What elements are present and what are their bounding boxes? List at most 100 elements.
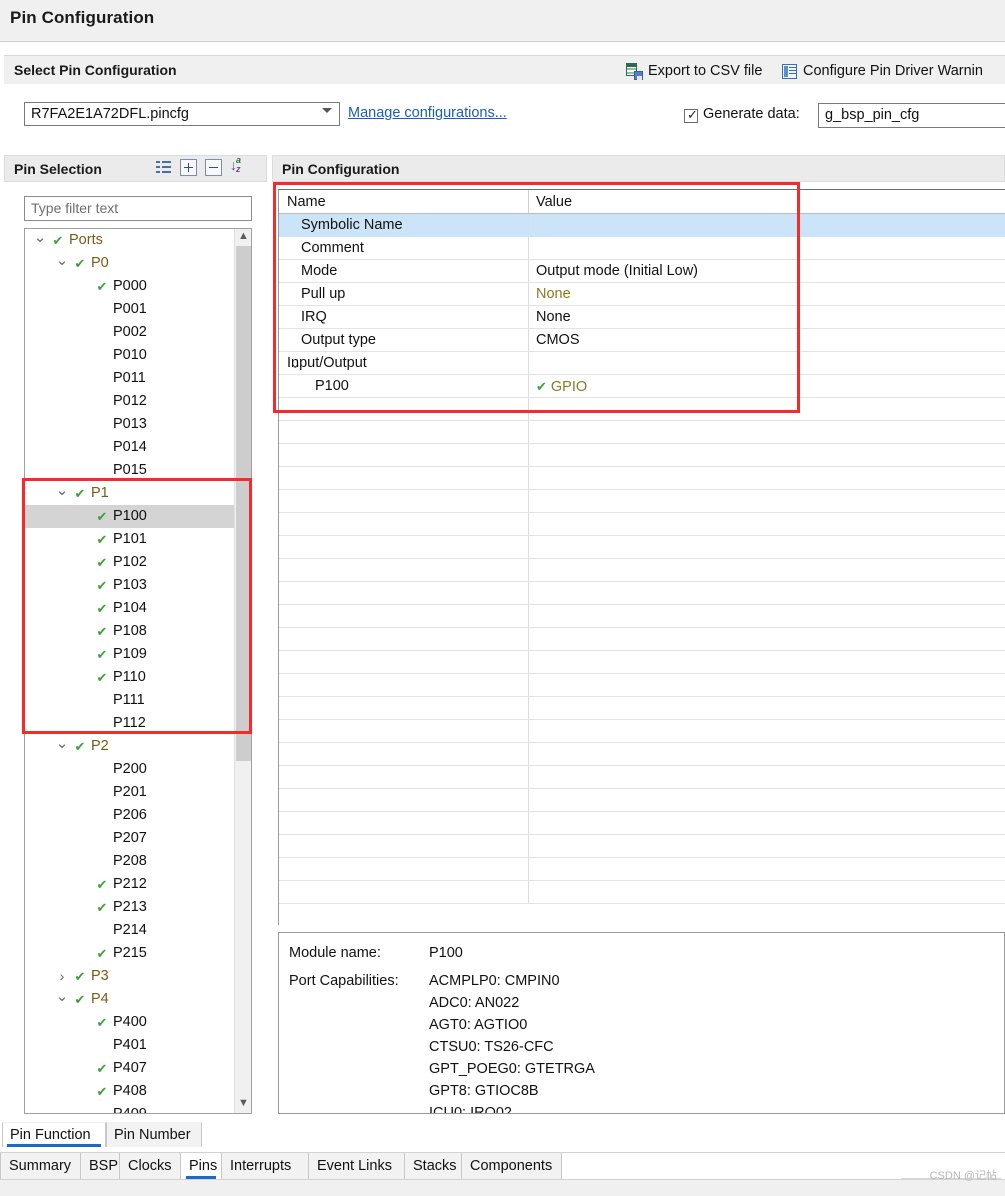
- tree-item-p207[interactable]: P207: [25, 827, 235, 850]
- table-row-empty[interactable]: [279, 881, 1005, 904]
- generate-data-input[interactable]: g_bsp_pin_cfg: [818, 103, 1005, 128]
- manage-configurations-link[interactable]: Manage configurations...: [348, 105, 507, 121]
- tree-item-p012[interactable]: P012: [25, 390, 235, 413]
- tree-item-p002[interactable]: P002: [25, 321, 235, 344]
- cell-value[interactable]: None: [530, 283, 1005, 305]
- tab-bsp[interactable]: BSP: [80, 1153, 120, 1180]
- tree-item-p014[interactable]: P014: [25, 436, 235, 459]
- tab-pin-function[interactable]: Pin Function: [2, 1122, 106, 1147]
- table-row-empty[interactable]: [279, 513, 1005, 536]
- chevron-down-icon[interactable]: ⌄: [55, 482, 69, 500]
- tree-item-p010[interactable]: P010: [25, 344, 235, 367]
- tree-item-p1[interactable]: ⌄ ✔ P1: [25, 482, 235, 505]
- table-row[interactable]: Symbolic Name: [279, 214, 1005, 237]
- tree-item-p3[interactable]: › ✔ P3: [25, 965, 235, 988]
- table-row-empty[interactable]: [279, 628, 1005, 651]
- tree-item-p201[interactable]: P201: [25, 781, 235, 804]
- table-row-empty[interactable]: [279, 582, 1005, 605]
- collapse-all-icon[interactable]: [205, 159, 222, 176]
- tree-item-p108[interactable]: ✔ P108: [25, 620, 235, 643]
- table-row-empty[interactable]: [279, 812, 1005, 835]
- tree-item-p013[interactable]: P013: [25, 413, 235, 436]
- scrollbar-thumb[interactable]: [236, 246, 251, 761]
- generate-data-checkbox[interactable]: ✓: [684, 108, 698, 123]
- sort-az-icon[interactable]: az: [230, 156, 247, 176]
- chevron-down-icon[interactable]: ⌄: [55, 252, 69, 270]
- table-row[interactable]: IRQ None: [279, 306, 1005, 329]
- tree-item-p408[interactable]: ✔ P408: [25, 1080, 235, 1103]
- tab-stacks[interactable]: Stacks: [404, 1153, 462, 1180]
- tree-item-p2[interactable]: ⌄ ✔ P2: [25, 735, 235, 758]
- table-row-empty[interactable]: [279, 490, 1005, 513]
- tree-item-p200[interactable]: P200: [25, 758, 235, 781]
- table-row-empty[interactable]: [279, 674, 1005, 697]
- table-row[interactable]: Output type CMOS: [279, 329, 1005, 352]
- expand-all-icon[interactable]: [180, 159, 197, 176]
- tree-item-p015[interactable]: P015: [25, 459, 235, 482]
- tree-item-p103[interactable]: ✔ P103: [25, 574, 235, 597]
- pincfg-file-dropdown[interactable]: R7FA2E1A72DFL.pincfg: [24, 102, 340, 126]
- cell-value[interactable]: [530, 237, 1005, 259]
- tab-clocks[interactable]: Clocks: [119, 1153, 181, 1180]
- tree-item-p110[interactable]: ✔ P110: [25, 666, 235, 689]
- table-row-empty[interactable]: [279, 444, 1005, 467]
- table-row[interactable]: Pull up None: [279, 283, 1005, 306]
- tree-item-p208[interactable]: P208: [25, 850, 235, 873]
- scroll-up-icon[interactable]: ▲: [235, 229, 251, 246]
- table-row[interactable]: Comment: [279, 237, 1005, 260]
- tree-item-p102[interactable]: ✔ P102: [25, 551, 235, 574]
- table-row-empty[interactable]: [279, 536, 1005, 559]
- chevron-right-icon[interactable]: ›: [55, 965, 69, 988]
- tree-scrollbar[interactable]: ▲ ▼: [234, 229, 251, 1113]
- table-row-empty[interactable]: [279, 789, 1005, 812]
- table-row-empty[interactable]: [279, 743, 1005, 766]
- tree-item-p401[interactable]: P401: [25, 1034, 235, 1057]
- tree-item-p215[interactable]: ✔ P215: [25, 942, 235, 965]
- filter-input[interactable]: Type filter text: [24, 196, 252, 221]
- table-row-empty[interactable]: [279, 467, 1005, 490]
- table-row-empty[interactable]: [279, 605, 1005, 628]
- cell-value[interactable]: CMOS: [530, 329, 1005, 351]
- tree-item-ports[interactable]: ⌄ ✔ Ports: [25, 229, 235, 252]
- tree-item-p213[interactable]: ✔ P213: [25, 896, 235, 919]
- table-row-empty[interactable]: [279, 559, 1005, 582]
- table-row[interactable]: P100 ✔ GPIO: [279, 375, 1005, 398]
- table-row[interactable]: ⌄ Input/Output: [279, 352, 1005, 375]
- tree-item-p206[interactable]: P206: [25, 804, 235, 827]
- cell-value[interactable]: [530, 214, 1005, 236]
- table-row-empty[interactable]: [279, 766, 1005, 789]
- table-row-empty[interactable]: [279, 858, 1005, 881]
- tree-item-p101[interactable]: ✔ P101: [25, 528, 235, 551]
- list-icon[interactable]: [155, 159, 172, 176]
- tab-event-links[interactable]: Event Links: [308, 1153, 405, 1180]
- cell-value[interactable]: [530, 352, 1005, 374]
- table-row-empty[interactable]: [279, 421, 1005, 444]
- tree-item-p407[interactable]: ✔ P407: [25, 1057, 235, 1080]
- tree-item-p212[interactable]: ✔ P212: [25, 873, 235, 896]
- table-row-empty[interactable]: [279, 398, 1005, 421]
- tab-components[interactable]: Components: [461, 1153, 562, 1180]
- tree-item-p400[interactable]: ✔ P400: [25, 1011, 235, 1034]
- scroll-down-icon[interactable]: ▼: [235, 1096, 251, 1113]
- tree-item-p4[interactable]: ⌄ ✔ P4: [25, 988, 235, 1011]
- cell-value[interactable]: None: [530, 306, 1005, 328]
- tree-item-p011[interactable]: P011: [25, 367, 235, 390]
- tab-summary[interactable]: Summary: [0, 1153, 81, 1180]
- tree-item-p409[interactable]: P409: [25, 1103, 235, 1113]
- tree-item-p000[interactable]: ✔ P000: [25, 275, 235, 298]
- tree-item-p001[interactable]: P001: [25, 298, 235, 321]
- chevron-down-icon[interactable]: ⌄: [55, 988, 69, 1006]
- export-to-csv-button[interactable]: Export to CSV file: [626, 61, 762, 81]
- chevron-down-icon[interactable]: ⌄: [33, 229, 47, 247]
- cell-value[interactable]: ✔ GPIO: [530, 375, 1005, 397]
- tree-item-p214[interactable]: P214: [25, 919, 235, 942]
- tab-pin-number[interactable]: Pin Number: [106, 1122, 202, 1147]
- tree-item-p109[interactable]: ✔ P109: [25, 643, 235, 666]
- tab-pins[interactable]: Pins: [180, 1153, 222, 1180]
- table-row-empty[interactable]: [279, 720, 1005, 743]
- pin-tree[interactable]: ⌄ ✔ Ports ⌄ ✔ P0 ✔ P000 P001 P002 P010 P011 P012 P013…: [24, 228, 252, 1114]
- tree-item-p104[interactable]: ✔ P104: [25, 597, 235, 620]
- cell-value[interactable]: Output mode (Initial Low): [530, 260, 1005, 282]
- pin-configuration-table[interactable]: Name Value Symbolic Name Comment Mode Outpu…: [278, 189, 1005, 925]
- table-row-empty[interactable]: [279, 697, 1005, 720]
